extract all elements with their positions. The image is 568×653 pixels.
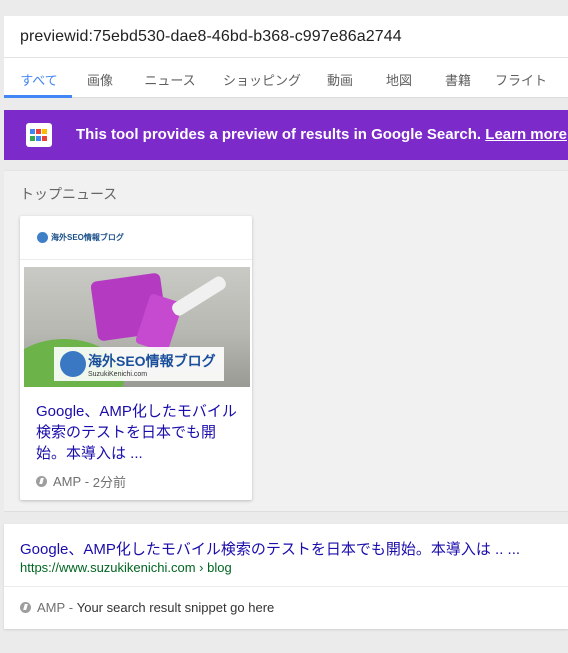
- tool-logo-icon: [26, 123, 52, 147]
- publisher-logo: 海外SEO情報ブログ: [37, 230, 124, 244]
- amp-icon: [36, 476, 47, 487]
- thumbnail-caption: 海外SEO情報ブログ SuzukiKenichi.com: [54, 347, 224, 381]
- result-snippet: AMP - Your search result snippet go here: [20, 600, 274, 615]
- result-url[interactable]: https://www.suzukikenichi.com › blog: [20, 560, 232, 575]
- snippet-separator: -: [65, 600, 77, 615]
- tab-flights[interactable]: フライト: [488, 70, 554, 89]
- tab-shopping[interactable]: ショッピング: [218, 70, 306, 89]
- banner-message: This tool provides a preview of results …: [76, 126, 568, 143]
- top-news-heading: トップニュース: [20, 186, 118, 202]
- tab-books[interactable]: 書籍: [432, 70, 484, 89]
- amp-icon: [20, 602, 31, 613]
- search-bar[interactable]: previewid:75ebd530-dae8-46bd-b368-c997e8…: [4, 16, 568, 58]
- amp-label: AMP: [53, 474, 82, 489]
- card-headline-link[interactable]: Google、AMP化したモバイル検索のテストを日本でも開始。本導入は ...: [36, 401, 240, 464]
- learn-more-link[interactable]: Learn more: [485, 126, 567, 143]
- globe-icon: [60, 351, 86, 377]
- search-tabs: すべて 画像 ニュース ショッピング 動画 地図 書籍 フライト: [4, 58, 568, 98]
- preview-tool-banner: This tool provides a preview of results …: [4, 110, 568, 160]
- publisher-name: 海外SEO情報ブログ: [51, 232, 124, 242]
- news-card[interactable]: 海外SEO情報ブログ 海外SEO情報ブログ SuzukiKenichi.com …: [20, 216, 252, 500]
- amp-label: AMP: [37, 600, 66, 615]
- search-result: Google、AMP化したモバイル検索のテストを日本でも開始。本導入は .. .…: [4, 524, 568, 629]
- card-publisher-header: 海外SEO情報ブログ: [20, 216, 252, 260]
- thumbnail-subtitle: SuzukiKenichi.com: [88, 370, 148, 378]
- globe-icon: [37, 231, 48, 243]
- tab-news[interactable]: ニュース: [134, 70, 206, 89]
- active-tab-indicator: [4, 95, 72, 98]
- card-thumbnail: 海外SEO情報ブログ SuzukiKenichi.com: [24, 267, 250, 387]
- card-meta: AMP - 2分前: [36, 472, 126, 491]
- banner-text: This tool provides a preview of results …: [76, 126, 482, 143]
- result-title-link[interactable]: Google、AMP化したモバイル検索のテストを日本でも開始。本導入は .. .…: [20, 538, 520, 559]
- meta-separator: -: [81, 474, 93, 489]
- tab-videos[interactable]: 動画: [314, 70, 366, 89]
- top-news-section: トップニュース 海外SEO情報ブログ 海外SEO情報ブログ SuzukiKeni…: [4, 170, 568, 512]
- card-time: 2分前: [92, 475, 126, 490]
- thumbnail-title: 海外SEO情報ブログ: [88, 352, 216, 369]
- divider: [4, 586, 568, 587]
- snippet-text: Your search result snippet go here: [76, 600, 275, 615]
- tab-all[interactable]: すべて: [10, 70, 68, 89]
- tab-maps[interactable]: 地図: [374, 70, 424, 89]
- tab-images[interactable]: 画像: [74, 70, 126, 89]
- search-query[interactable]: previewid:75ebd530-dae8-46bd-b368-c997e8…: [20, 28, 402, 46]
